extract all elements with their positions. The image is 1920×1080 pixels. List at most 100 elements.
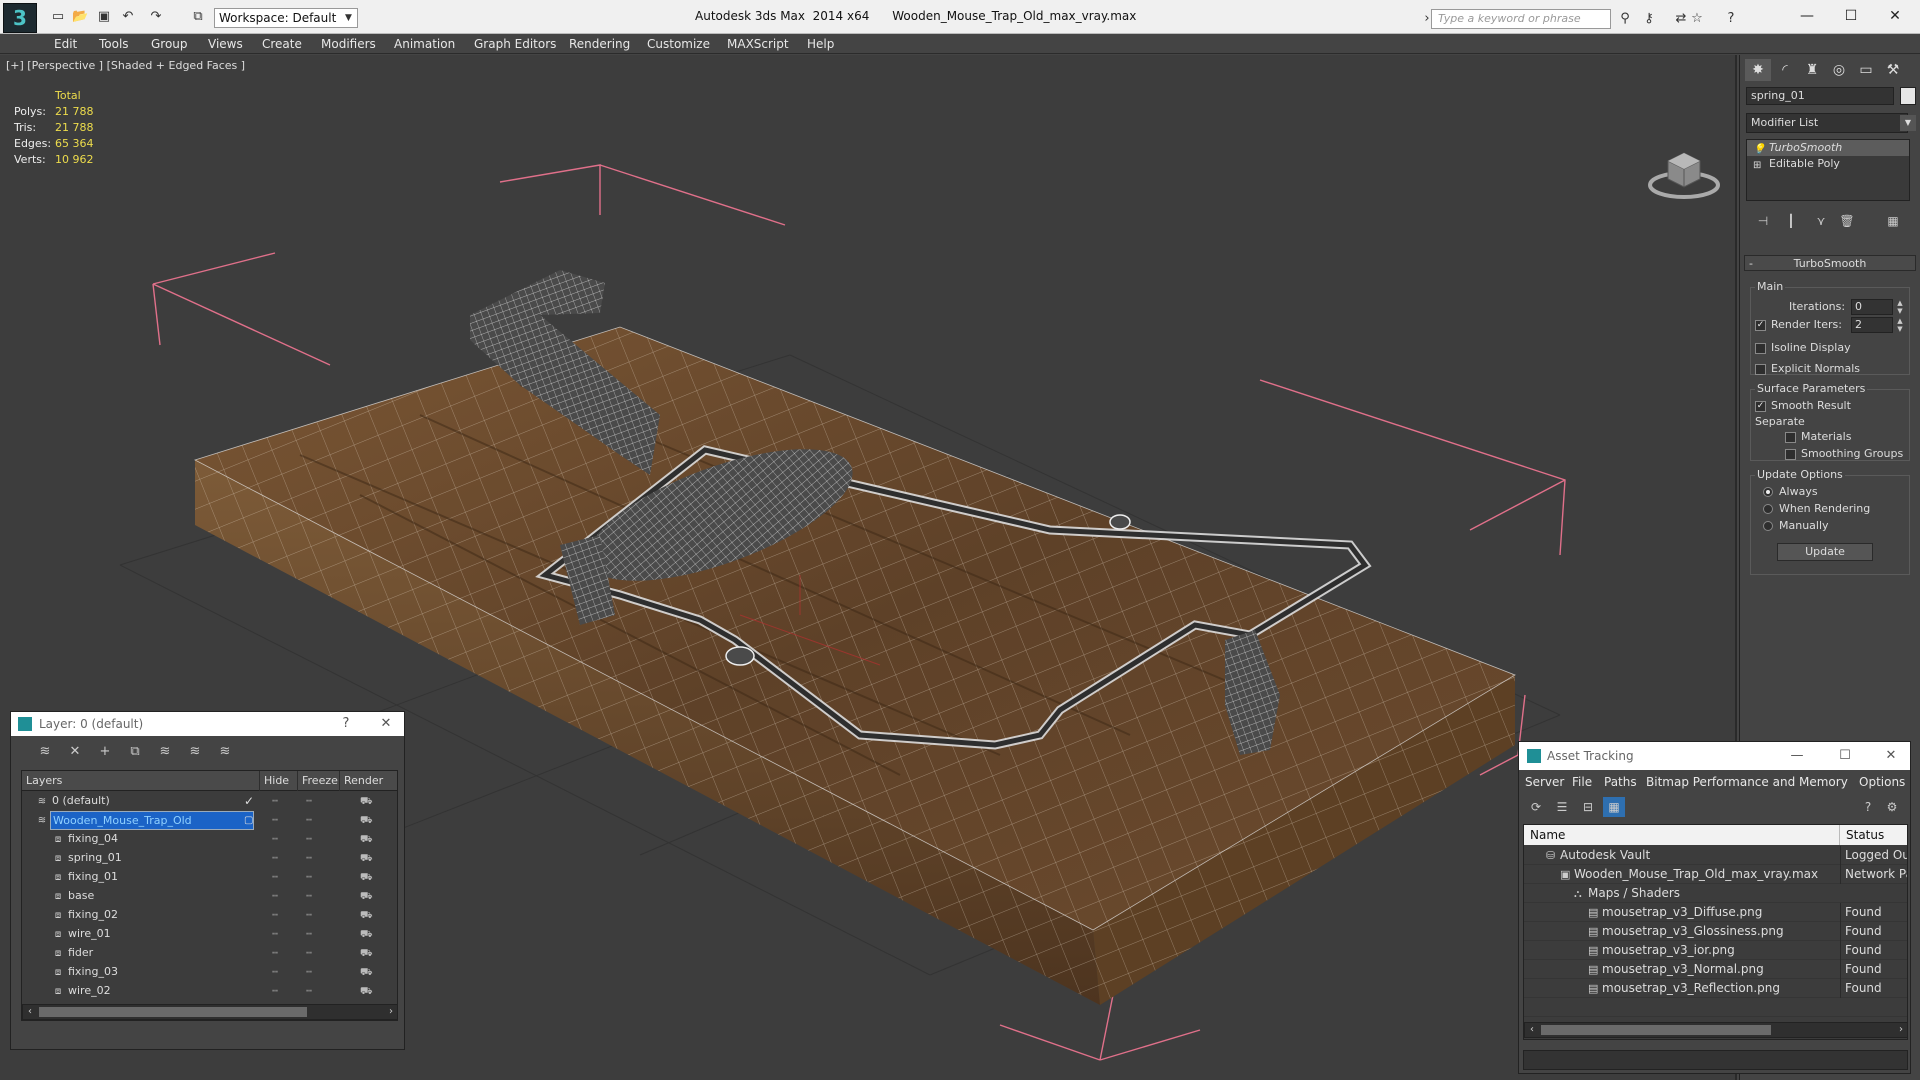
help-icon[interactable]: ? xyxy=(1857,797,1879,817)
scroll-right-icon[interactable]: › xyxy=(384,1005,397,1019)
render-teapot-icon[interactable]: ⛟ xyxy=(360,849,373,868)
app-logo-icon[interactable]: 3 xyxy=(3,3,37,33)
stack-item-turbosmooth[interactable]: 💡 TurboSmooth xyxy=(1747,140,1909,156)
pin-stack-icon[interactable]: ⊣ xyxy=(1752,211,1774,231)
smooth-result-checkbox[interactable]: ✓ xyxy=(1755,401,1766,412)
column-name[interactable]: Name xyxy=(1524,825,1840,845)
menu-customize[interactable]: Customize xyxy=(647,34,710,54)
render-teapot-icon[interactable]: ⛟ xyxy=(360,830,373,849)
menu-views[interactable]: Views xyxy=(208,34,243,54)
menu-graph-editors[interactable]: Graph Editors xyxy=(474,34,556,54)
menu-options[interactable]: Options xyxy=(1859,772,1905,792)
iterations-spinner[interactable]: 0 xyxy=(1851,299,1893,315)
freeze-toggle[interactable]: ┅ xyxy=(306,906,312,925)
render-teapot-icon[interactable]: ⛟ xyxy=(360,887,373,906)
display-tab-icon[interactable]: ▭ xyxy=(1853,59,1879,81)
hide-toggle[interactable]: ┅ xyxy=(272,887,278,906)
close-button[interactable]: ✕ xyxy=(1872,4,1918,28)
menu-file[interactable]: File xyxy=(1572,772,1592,792)
menu-create[interactable]: Create xyxy=(262,34,302,54)
close-icon[interactable]: ✕ xyxy=(1881,747,1901,765)
layer-name[interactable]: base xyxy=(66,887,94,906)
layer-name[interactable]: Wooden_Mouse_Trap_Old xyxy=(50,811,254,830)
create-tab-icon[interactable]: ✸ xyxy=(1745,59,1771,81)
hide-toggle[interactable]: ┅ xyxy=(272,944,278,963)
asset-row[interactable]: ▤ mousetrap_v3_Normal.png Found xyxy=(1524,960,1907,979)
new-file-icon[interactable]: ▭ xyxy=(50,9,66,25)
render-teapot-icon[interactable]: ⛟ xyxy=(360,792,373,811)
layer-row[interactable]: ⧈ spring_01 ┅ ┅ ⛟ xyxy=(22,849,397,868)
hide-toggle[interactable]: ┅ xyxy=(272,906,278,925)
remove-modifier-icon[interactable]: 🗑 xyxy=(1836,211,1858,231)
select-objects-icon[interactable]: ⧉ xyxy=(125,742,145,762)
render-teapot-icon[interactable]: ⛟ xyxy=(360,944,373,963)
menu-help[interactable]: Help xyxy=(807,34,834,54)
show-end-result-icon[interactable]: ┃ xyxy=(1780,211,1802,231)
layer-name[interactable]: fider xyxy=(66,944,93,963)
menu-maxscript[interactable]: MAXScript xyxy=(727,34,789,54)
close-icon[interactable]: ✕ xyxy=(376,715,396,733)
horizontal-scrollbar[interactable]: ‹ › xyxy=(22,1004,397,1020)
make-unique-icon[interactable]: ⋎ xyxy=(1810,211,1832,231)
menu-group[interactable]: Group xyxy=(151,34,188,54)
menu-edit[interactable]: Edit xyxy=(54,34,77,54)
layer-name[interactable]: wire_02 xyxy=(66,982,111,1001)
hide-toggle[interactable]: ┅ xyxy=(272,830,278,849)
help-icon[interactable]: ? xyxy=(336,715,356,733)
asset-row[interactable]: ▤ mousetrap_v3_Diffuse.png Found xyxy=(1524,903,1907,922)
freeze-toggle[interactable]: ┅ xyxy=(306,925,312,944)
scroll-left-icon[interactable]: ‹ xyxy=(23,1005,37,1019)
layer-name[interactable]: 0 (default) xyxy=(50,792,110,811)
freeze-toggle[interactable]: ┅ xyxy=(306,963,312,982)
plus-icon[interactable]: ⊞ xyxy=(1753,158,1761,174)
render-teapot-icon[interactable]: ⛟ xyxy=(360,963,373,982)
chevron-down-icon[interactable]: ▼ xyxy=(345,9,357,27)
hide-toggle[interactable]: ┅ xyxy=(272,963,278,982)
update-button[interactable]: Update xyxy=(1777,543,1873,561)
viewcube-icon[interactable] xyxy=(1648,145,1720,200)
stack-item-editable-poly[interactable]: ⊞ Editable Poly xyxy=(1747,156,1909,172)
undo-icon[interactable]: ↶ xyxy=(120,9,136,25)
maximize-button[interactable]: ☐ xyxy=(1828,4,1874,28)
search-input[interactable]: Type a keyword or phrase xyxy=(1431,9,1611,29)
hide-toggle[interactable]: ┅ xyxy=(272,868,278,887)
minimize-button[interactable]: — xyxy=(1784,4,1830,28)
freeze-toggle[interactable]: ┅ xyxy=(306,811,312,830)
layer-name[interactable]: fixing_04 xyxy=(66,830,118,849)
motion-tab-icon[interactable]: ◎ xyxy=(1826,59,1852,81)
column-freeze[interactable]: Freeze xyxy=(298,771,340,791)
layer-name[interactable]: spring_01 xyxy=(66,849,122,868)
binoculars-icon[interactable]: ⚲ xyxy=(1616,10,1634,28)
explicit-normals-checkbox[interactable] xyxy=(1755,364,1766,375)
help-icon[interactable]: ? xyxy=(1722,10,1740,28)
manually-radio[interactable] xyxy=(1763,521,1773,531)
isoline-display-checkbox[interactable] xyxy=(1755,343,1766,354)
materials-checkbox[interactable] xyxy=(1785,432,1796,443)
open-file-icon[interactable]: 📂 xyxy=(72,9,88,25)
freeze-toggle[interactable]: ┅ xyxy=(306,982,312,1001)
object-name-field[interactable]: spring_01 xyxy=(1746,87,1894,105)
asset-row[interactable]: ▤ mousetrap_v3_ior.png Found xyxy=(1524,941,1907,960)
layer-name[interactable]: fixing_03 xyxy=(66,963,118,982)
key-icon[interactable]: ⚷ xyxy=(1640,10,1658,28)
utilities-tab-icon[interactable]: ⚒ xyxy=(1880,59,1906,81)
layer-row[interactable]: ≋ 0 (default) ✓ ┅ ┅ ⛟ xyxy=(22,792,397,811)
hide-toggle[interactable]: ┅ xyxy=(272,811,278,830)
rollout-header[interactable]: - TurboSmooth xyxy=(1744,255,1916,271)
modify-tab-icon[interactable]: ◜ xyxy=(1772,59,1798,81)
settings-icon[interactable]: ⚙ xyxy=(1881,797,1903,817)
asset-row[interactable]: ▣ Wooden_Mouse_Trap_Old_max_vray.max Netwo… xyxy=(1524,865,1907,884)
list-view-icon[interactable]: ☰ xyxy=(1551,797,1573,817)
when-rendering-radio[interactable] xyxy=(1763,504,1773,514)
freeze-toggle[interactable]: ┅ xyxy=(306,830,312,849)
object-color-swatch[interactable] xyxy=(1900,87,1916,105)
minimize-icon[interactable]: — xyxy=(1787,747,1807,765)
spinner-arrows-icon[interactable]: ▲ ▼ xyxy=(1895,299,1905,315)
column-render[interactable]: Render xyxy=(340,771,397,791)
configure-sets-icon[interactable]: ▦ xyxy=(1882,211,1904,231)
layer-row[interactable]: ⧈ fider ┅ ┅ ⛟ xyxy=(22,944,397,963)
layer-name[interactable]: wire_01 xyxy=(66,925,111,944)
star-icon[interactable]: ☆ xyxy=(1688,10,1706,28)
workspace-dropdown[interactable]: Workspace: Default xyxy=(214,8,358,28)
hide-toggle[interactable]: ┅ xyxy=(272,982,278,1001)
